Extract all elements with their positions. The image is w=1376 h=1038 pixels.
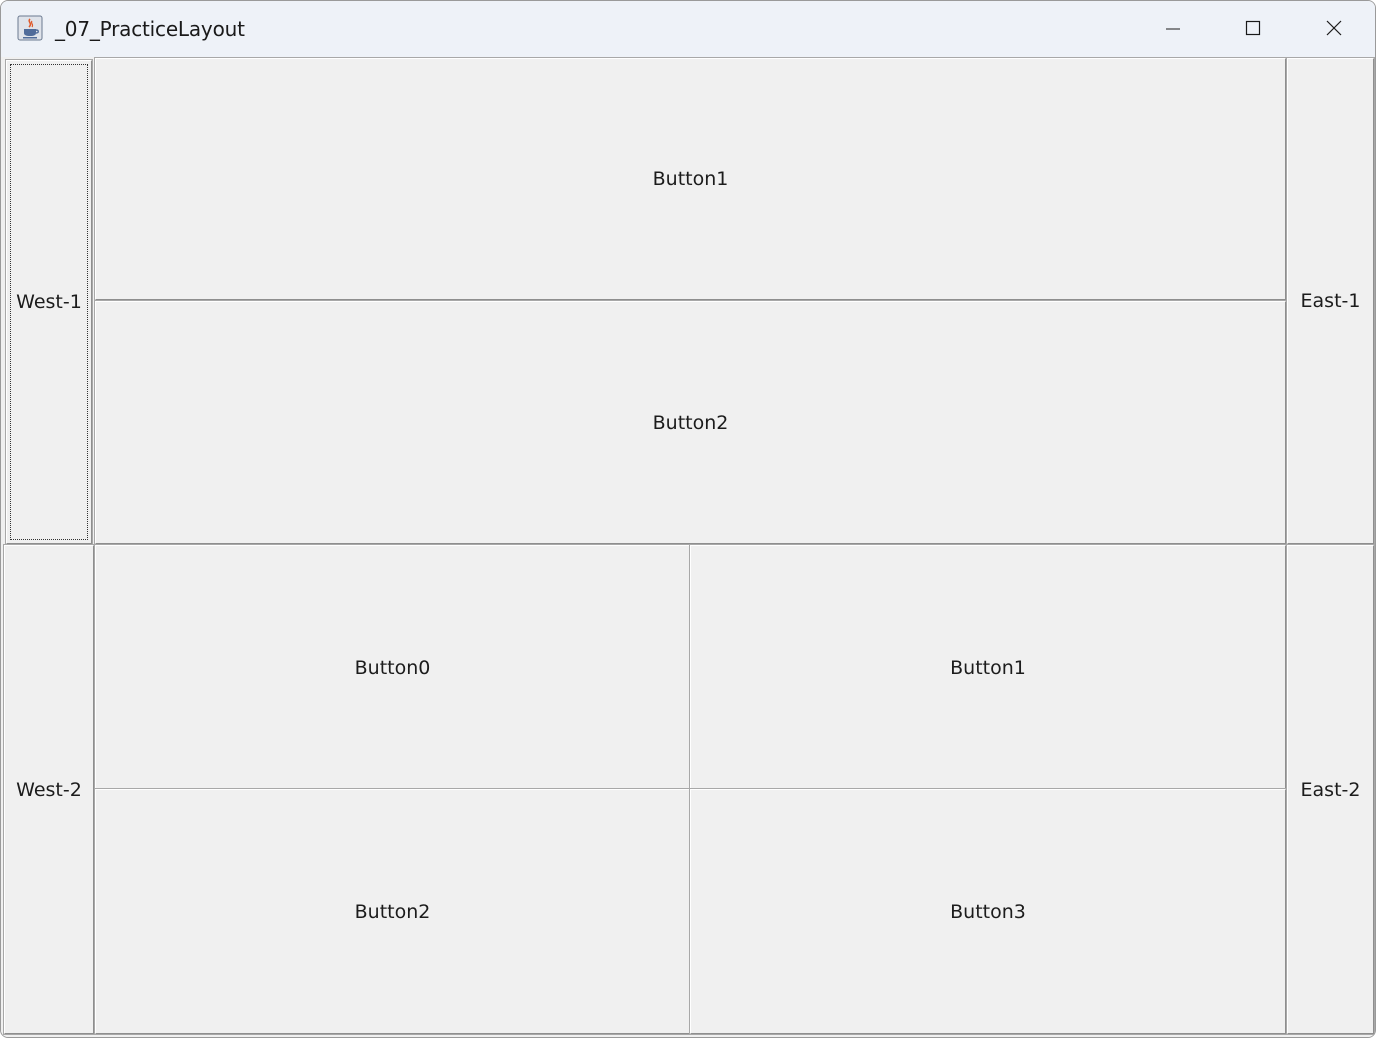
- title-bar[interactable]: _07_PracticeLayout: [1, 1, 1375, 57]
- app-window: _07_PracticeLayout West-1 Button1 Button…: [0, 0, 1376, 1038]
- panel2-button0[interactable]: Button0: [94, 544, 691, 791]
- close-icon: [1326, 20, 1342, 36]
- close-button[interactable]: [1294, 1, 1374, 57]
- west-1-button[interactable]: West-1: [5, 59, 93, 545]
- panel1-button1[interactable]: Button1: [94, 57, 1287, 301]
- maximize-button[interactable]: [1213, 1, 1293, 57]
- java-cup-icon: [17, 15, 43, 41]
- panel1-button2[interactable]: Button2: [94, 300, 1287, 545]
- maximize-icon: [1245, 20, 1261, 36]
- content-pane: West-1 Button1 Button2 East-1 West-2 But…: [1, 57, 1375, 1037]
- east-2-button[interactable]: East-2: [1286, 544, 1375, 1035]
- east-1-button[interactable]: East-1: [1286, 57, 1375, 545]
- minimize-button[interactable]: [1133, 1, 1213, 57]
- minimize-icon: [1166, 28, 1180, 30]
- panel2-button3[interactable]: Button3: [689, 788, 1287, 1035]
- panel2-button2[interactable]: Button2: [94, 788, 691, 1035]
- window-title: _07_PracticeLayout: [55, 17, 245, 41]
- west-2-button[interactable]: West-2: [3, 544, 95, 1035]
- panel2-button1[interactable]: Button1: [689, 544, 1287, 791]
